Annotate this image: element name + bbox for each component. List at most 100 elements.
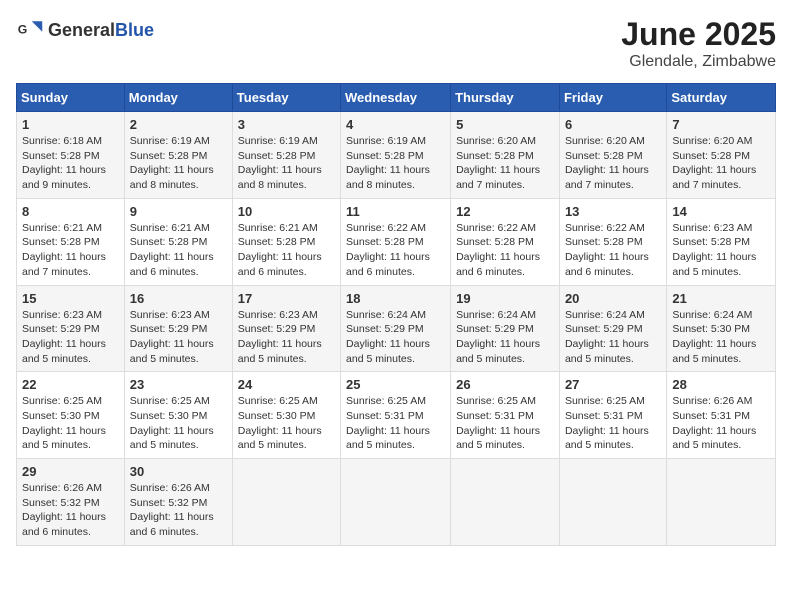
sunrise-text: Sunrise: 6:22 AM xyxy=(346,222,426,234)
daylight-text: Daylight: 11 hours and 5 minutes. xyxy=(22,338,106,365)
day-number: 23 xyxy=(130,377,227,392)
daylight-text: Daylight: 11 hours and 5 minutes. xyxy=(456,425,540,452)
daylight-text: Daylight: 11 hours and 6 minutes. xyxy=(346,251,430,278)
cell-content: Sunrise: 6:25 AMSunset: 5:31 PMDaylight:… xyxy=(565,394,661,453)
calendar-cell: 3Sunrise: 6:19 AMSunset: 5:28 PMDaylight… xyxy=(232,112,340,199)
logo: G GeneralBlue xyxy=(16,16,154,44)
day-number: 25 xyxy=(346,377,445,392)
daylight-text: Daylight: 11 hours and 8 minutes. xyxy=(238,164,322,191)
cell-content: Sunrise: 6:19 AMSunset: 5:28 PMDaylight:… xyxy=(346,134,445,193)
sunrise-text: Sunrise: 6:19 AM xyxy=(346,135,426,147)
cell-content: Sunrise: 6:20 AMSunset: 5:28 PMDaylight:… xyxy=(672,134,770,193)
cell-content: Sunrise: 6:25 AMSunset: 5:30 PMDaylight:… xyxy=(238,394,335,453)
calendar-cell: 22 Sunrise: 6:25 AM Sunset: 5:30 PM Dayligh… xyxy=(17,372,125,459)
cell-content: Sunrise: 6:25 AMSunset: 5:31 PMDaylight:… xyxy=(456,394,554,453)
daylight-text: Daylight: 11 hours and 5 minutes. xyxy=(672,251,756,278)
sunset-text: Sunset: 5:28 PM xyxy=(456,236,534,248)
daylight-text: Daylight: 11 hours and 5 minutes. xyxy=(565,338,649,365)
cell-content: Sunrise: 6:22 AMSunset: 5:28 PMDaylight:… xyxy=(565,221,661,280)
calendar-cell xyxy=(232,459,340,546)
calendar-cell: 11Sunrise: 6:22 AMSunset: 5:28 PMDayligh… xyxy=(341,198,451,285)
cell-content: Sunrise: 6:23 AMSunset: 5:29 PMDaylight:… xyxy=(130,308,227,367)
sunrise-text: Sunrise: 6:23 AM xyxy=(22,309,102,321)
day-number: 16 xyxy=(130,291,227,306)
sunrise-text: Sunrise: 6:24 AM xyxy=(672,309,752,321)
week-row-1: 1Sunrise: 6:18 AMSunset: 5:28 PMDaylight… xyxy=(17,112,776,199)
calendar-cell: 10Sunrise: 6:21 AMSunset: 5:28 PMDayligh… xyxy=(232,198,340,285)
day-number: 27 xyxy=(565,377,661,392)
daylight-text: Daylight: 11 hours and 7 minutes. xyxy=(22,251,106,278)
calendar-cell: 18Sunrise: 6:24 AMSunset: 5:29 PMDayligh… xyxy=(341,285,451,372)
calendar-cell: 26 Sunrise: 6:25 AMSunset: 5:31 PMDayligh… xyxy=(451,372,560,459)
week-row-5: 29 Sunrise: 6:26 AMSunset: 5:32 PMDayligh… xyxy=(17,459,776,546)
daylight-text: Daylight: 11 hours and 7 minutes. xyxy=(672,164,756,191)
day-number: 20 xyxy=(565,291,661,306)
week-row-2: 8Sunrise: 6:21 AMSunset: 5:28 PMDaylight… xyxy=(17,198,776,285)
day-number: 22 xyxy=(22,377,119,392)
calendar-cell: 5Sunrise: 6:20 AMSunset: 5:28 PMDaylight… xyxy=(451,112,560,199)
sunset-text: Sunset: 5:28 PM xyxy=(672,236,750,248)
sunrise-text: Sunrise: 6:24 AM xyxy=(456,309,536,321)
day-number: 28 xyxy=(672,377,770,392)
sunrise-text: Sunrise: 6:21 AM xyxy=(130,222,210,234)
weekday-header-wednesday: Wednesday xyxy=(341,84,451,112)
sunset-text: Sunset: 5:29 PM xyxy=(130,323,208,335)
daylight-text: Daylight: 11 hours and 6 minutes. xyxy=(130,511,214,538)
cell-content: Sunrise: 6:23 AMSunset: 5:28 PMDaylight:… xyxy=(672,221,770,280)
sunset-text: Sunset: 5:28 PM xyxy=(346,236,424,248)
calendar-cell: 17Sunrise: 6:23 AMSunset: 5:29 PMDayligh… xyxy=(232,285,340,372)
day-number: 3 xyxy=(238,117,335,132)
calendar-cell: 4Sunrise: 6:19 AMSunset: 5:28 PMDaylight… xyxy=(341,112,451,199)
sunset-text: Sunset: 5:29 PM xyxy=(346,323,424,335)
sunset-text: Sunset: 5:29 PM xyxy=(22,323,100,335)
day-number: 13 xyxy=(565,204,661,219)
sunset-text: Sunset: 5:28 PM xyxy=(130,150,208,162)
sunset-text: Sunset: 5:28 PM xyxy=(456,150,534,162)
calendar-cell: 12Sunrise: 6:22 AMSunset: 5:28 PMDayligh… xyxy=(451,198,560,285)
day-number: 19 xyxy=(456,291,554,306)
calendar-cell: 29Sunrise: 6:26 AMSunset: 5:32 PMDayligh… xyxy=(17,459,125,546)
month-title: June 2025 xyxy=(621,16,776,53)
sunset-text: Sunset: 5:28 PM xyxy=(238,150,316,162)
weekday-header-saturday: Saturday xyxy=(667,84,776,112)
cell-content: Sunrise: 6:26 AMSunset: 5:31 PMDaylight:… xyxy=(672,394,770,453)
daylight-text: Daylight: 11 hours and 7 minutes. xyxy=(565,164,649,191)
sunrise-text: Sunrise: 6:25 AM xyxy=(346,395,426,407)
day-number: 6 xyxy=(565,117,661,132)
daylight-text: Daylight: 11 hours and 6 minutes. xyxy=(22,511,106,538)
sunset-text: Sunset: 5:30 PM xyxy=(238,410,316,422)
calendar-cell xyxy=(451,459,560,546)
location-title: Glendale, Zimbabwe xyxy=(621,53,776,71)
day-number: 26 xyxy=(456,377,554,392)
weekday-header-tuesday: Tuesday xyxy=(232,84,340,112)
sunset-text: Sunset: 5:28 PM xyxy=(565,236,643,248)
weekday-header-friday: Friday xyxy=(559,84,666,112)
cell-content: Sunrise: 6:19 AMSunset: 5:28 PMDaylight:… xyxy=(130,134,227,193)
sunset-text: Sunset: 5:30 PM xyxy=(22,410,100,422)
daylight-text: Daylight: 11 hours and 6 minutes. xyxy=(456,251,540,278)
daylight-text: Daylight: 11 hours and 5 minutes. xyxy=(346,338,430,365)
cell-content: Sunrise: 6:24 AMSunset: 5:29 PMDaylight:… xyxy=(456,308,554,367)
cell-content: Sunrise: 6:26 AMSunset: 5:32 PMDaylight:… xyxy=(130,481,227,540)
calendar-cell: 15Sunrise: 6:23 AMSunset: 5:29 PMDayligh… xyxy=(17,285,125,372)
sunrise-text: Sunrise: 6:25 AM xyxy=(22,395,102,407)
logo-icon: G xyxy=(16,16,44,44)
calendar-cell: 24Sunrise: 6:25 AMSunset: 5:30 PMDayligh… xyxy=(232,372,340,459)
sunrise-text: Sunrise: 6:25 AM xyxy=(238,395,318,407)
cell-content: Sunrise: 6:18 AMSunset: 5:28 PMDaylight:… xyxy=(22,134,119,193)
calendar-cell: 23Sunrise: 6:25 AMSunset: 5:30 PMDayligh… xyxy=(124,372,232,459)
daylight-text: Daylight: 11 hours and 5 minutes. xyxy=(22,425,106,452)
calendar-cell: 20Sunrise: 6:24 AMSunset: 5:29 PMDayligh… xyxy=(559,285,666,372)
sunrise-text: Sunrise: 6:23 AM xyxy=(130,309,210,321)
weekday-header-sunday: Sunday xyxy=(17,84,125,112)
day-number: 29 xyxy=(22,464,119,479)
cell-content: Sunrise: 6:23 AMSunset: 5:29 PMDaylight:… xyxy=(238,308,335,367)
weekday-header-row: SundayMondayTuesdayWednesdayThursdayFrid… xyxy=(17,84,776,112)
cell-content: Sunrise: 6:21 AMSunset: 5:28 PMDaylight:… xyxy=(238,221,335,280)
sunrise-text: Sunrise: 6:18 AM xyxy=(22,135,102,147)
logo-general-text: General xyxy=(48,20,115,40)
calendar-table: SundayMondayTuesdayWednesdayThursdayFrid… xyxy=(16,83,776,546)
calendar-cell: 19 Sunrise: 6:24 AMSunset: 5:29 PMDayligh… xyxy=(451,285,560,372)
daylight-text: Daylight: 11 hours and 5 minutes. xyxy=(456,338,540,365)
sunrise-text: Sunrise: 6:21 AM xyxy=(238,222,318,234)
